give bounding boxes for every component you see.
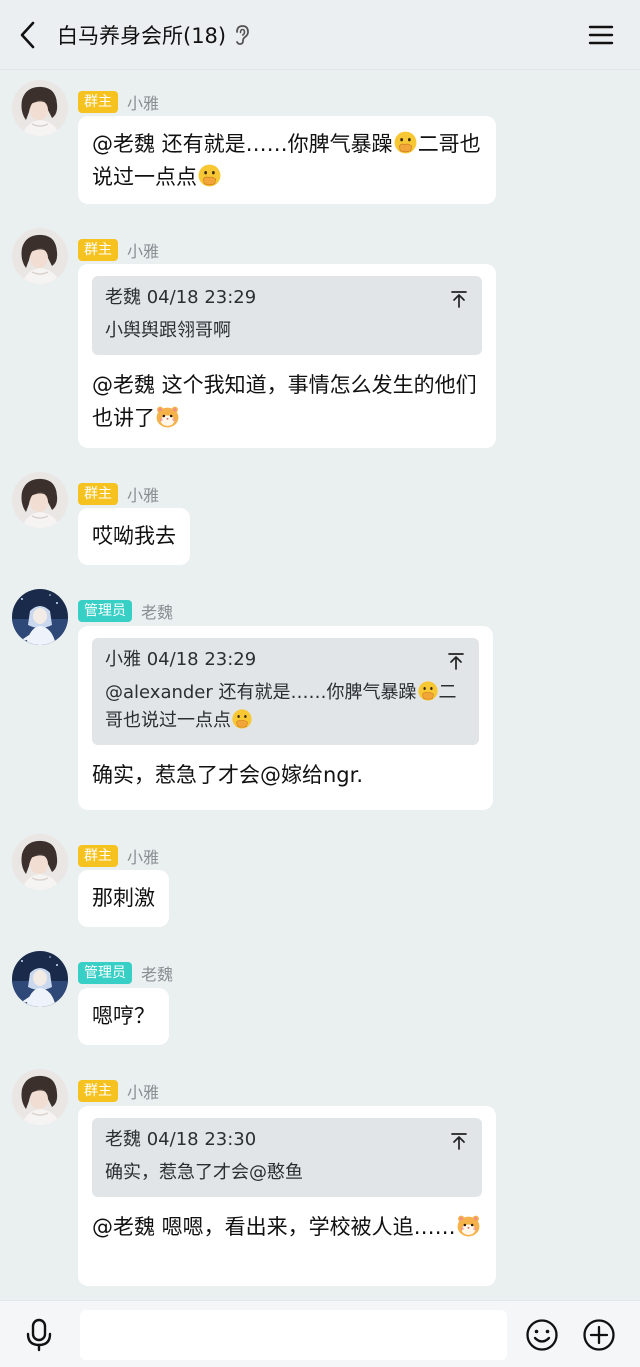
owner-badge: 群主	[78, 1080, 118, 1102]
quoted-message[interactable]: 老魏 04/18 23:29 小舆舆跟翎哥啊	[92, 276, 482, 355]
owner-badge: 群主	[78, 845, 118, 867]
emoji-button[interactable]	[524, 1317, 560, 1353]
message-meta: 群主 小雅	[78, 844, 159, 868]
hamster-emoji-icon	[155, 404, 180, 429]
quote-header: 小雅 04/18 23:29	[105, 649, 257, 670]
sender-name: 小雅	[127, 1083, 160, 1102]
message-meta: 管理员 老魏	[78, 961, 173, 985]
message-text: @老魏 这个我知道，事情怎么发生的他们也讲了	[92, 373, 477, 430]
message-list[interactable]: 群主 小雅 @老魏 还有就是……你脾气暴躁 二哥也说过一点点 群主 小雅 老魏 0…	[0, 70, 640, 1300]
sender-name: 老魏	[141, 965, 174, 984]
admin-badge: 管理员	[78, 962, 132, 984]
sender-name: 小雅	[127, 486, 160, 505]
message-meta: 群主 小雅	[78, 238, 159, 262]
message-meta: 群主 小雅	[78, 482, 159, 506]
owner-badge: 群主	[78, 91, 118, 113]
sender-name: 小雅	[127, 94, 160, 113]
plus-circle-icon	[583, 1319, 615, 1351]
message-bubble[interactable]: 哎呦我去	[78, 508, 190, 565]
input-bar	[0, 1300, 640, 1367]
hand-over-mouth-emoji-icon	[393, 130, 418, 155]
quote-text: 确实，惹急了才会@憨鱼	[105, 1162, 303, 1183]
sender-name: 小雅	[127, 242, 160, 261]
message-text: @老魏 还有就是……你脾气暴躁 二哥也说过一点点	[92, 130, 481, 189]
quoted-message[interactable]: 小雅 04/18 23:29 @alexander 还有就是……你脾气暴躁 二哥也…	[92, 638, 479, 745]
message-text: 确实，惹急了才会@嫁给ngr.	[92, 763, 364, 787]
jump-to-top-icon[interactable]	[450, 1132, 468, 1150]
message-meta: 群主 小雅	[78, 90, 159, 114]
voice-button[interactable]	[22, 1317, 56, 1353]
message-text: @老魏 嗯嗯，看出来，学校被人追……	[92, 1211, 482, 1244]
back-button[interactable]	[12, 17, 44, 53]
avatar[interactable]	[12, 589, 68, 645]
message-meta: 管理员 老魏	[78, 599, 173, 623]
sender-name: 老魏	[141, 603, 174, 622]
message-text: 哎呦我去	[92, 524, 176, 548]
message-bubble[interactable]: @老魏 还有就是……你脾气暴躁 二哥也说过一点点	[78, 116, 496, 204]
avatar[interactable]	[12, 228, 68, 284]
hand-over-mouth-emoji-icon	[417, 680, 439, 702]
quote-text: @alexander 还有就是……你脾气暴躁 二哥也说过一点点	[105, 680, 457, 731]
menu-button[interactable]	[586, 20, 616, 50]
quote-header: 老魏 04/18 23:29	[105, 287, 257, 308]
hand-over-mouth-emoji-icon	[231, 708, 253, 730]
avatar[interactable]	[12, 951, 68, 1007]
message-bubble[interactable]: 嗯哼？	[78, 988, 169, 1045]
avatar[interactable]	[12, 80, 68, 136]
message-input[interactable]	[80, 1310, 507, 1360]
hand-over-mouth-emoji-icon	[197, 163, 222, 188]
ear-icon	[234, 24, 250, 46]
jump-to-top-icon[interactable]	[447, 652, 465, 670]
avatar[interactable]	[12, 1069, 68, 1125]
sender-name: 小雅	[127, 848, 160, 867]
message-bubble[interactable]: 老魏 04/18 23:30 确实，惹急了才会@憨鱼 @老魏 嗯嗯，看出来，学校…	[78, 1106, 496, 1286]
chat-title-area[interactable]: 白马养身会所(18)	[57, 19, 250, 51]
message-bubble[interactable]: 那刺激	[78, 870, 169, 927]
message-meta: 群主 小雅	[78, 1079, 159, 1103]
chat-title: 白马养身会所(18)	[57, 24, 227, 48]
message-bubble[interactable]: 小雅 04/18 23:29 @alexander 还有就是……你脾气暴躁 二哥也…	[78, 626, 493, 810]
avatar[interactable]	[12, 472, 68, 528]
admin-badge: 管理员	[78, 600, 132, 622]
avatar[interactable]	[12, 834, 68, 890]
owner-badge: 群主	[78, 239, 118, 261]
message-text: 嗯哼？	[92, 1004, 155, 1028]
quote-text: 小舆舆跟翎哥啊	[105, 320, 231, 341]
top-bar: 白马养身会所(18)	[0, 0, 640, 70]
chevron-left-icon	[20, 21, 35, 49]
quoted-message[interactable]: 老魏 04/18 23:30 确实，惹急了才会@憨鱼	[92, 1118, 482, 1197]
smiley-icon	[526, 1319, 558, 1351]
message-bubble[interactable]: 老魏 04/18 23:29 小舆舆跟翎哥啊 @老魏 这个我知道，事情怎么发生的…	[78, 264, 496, 448]
jump-to-top-icon[interactable]	[450, 290, 468, 308]
hamster-emoji-icon	[456, 1213, 481, 1238]
more-button[interactable]	[581, 1317, 617, 1353]
hamburger-menu-icon	[588, 25, 614, 45]
quote-header: 老魏 04/18 23:30	[105, 1129, 257, 1150]
microphone-icon	[26, 1318, 52, 1352]
message-text: 那刺激	[92, 886, 155, 910]
owner-badge: 群主	[78, 483, 118, 505]
